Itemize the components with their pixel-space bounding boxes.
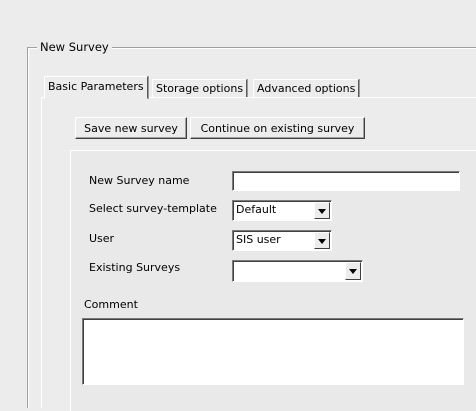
tab-advanced-options[interactable]: Advanced options	[253, 79, 360, 98]
user-label: User	[89, 232, 115, 245]
chevron-down-icon[interactable]	[314, 202, 330, 219]
survey-template-label: Select survey-template	[89, 202, 217, 215]
tab-storage-options[interactable]: Storage options	[152, 79, 248, 98]
save-new-survey-button[interactable]: Save new survey	[75, 117, 187, 139]
user-value: SIS user	[236, 233, 281, 246]
survey-name-label: New Survey name	[89, 174, 190, 187]
comment-label: Comment	[84, 298, 138, 311]
continue-existing-survey-button[interactable]: Continue on existing survey	[190, 117, 365, 139]
survey-template-select[interactable]: Default	[232, 200, 332, 221]
survey-name-input[interactable]	[232, 171, 460, 191]
existing-surveys-label: Existing Surveys	[89, 261, 181, 274]
groupbox-title: New Survey	[37, 40, 112, 54]
user-select[interactable]: SIS user	[232, 230, 332, 251]
tab-basic-parameters[interactable]: Basic Parameters	[44, 76, 148, 99]
chevron-down-icon[interactable]	[345, 262, 361, 280]
comment-textarea[interactable]	[82, 318, 464, 385]
survey-template-value: Default	[236, 203, 277, 216]
existing-surveys-select[interactable]	[232, 260, 363, 282]
chevron-down-icon[interactable]	[314, 232, 330, 249]
